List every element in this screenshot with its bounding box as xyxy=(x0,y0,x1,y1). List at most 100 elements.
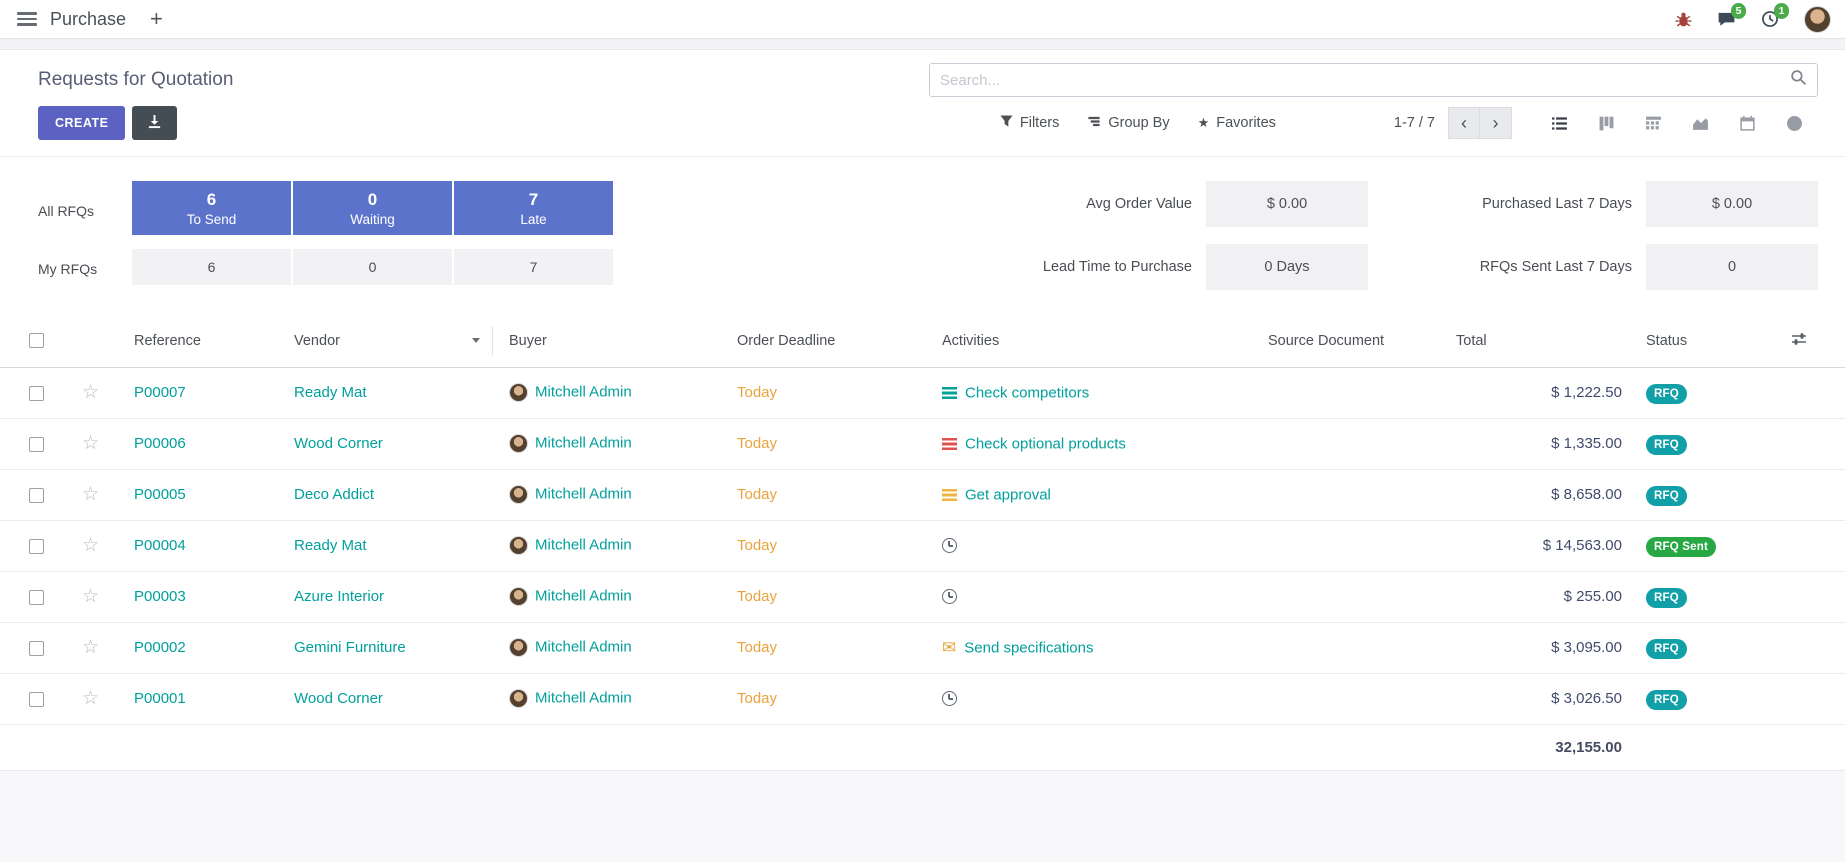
app-name[interactable]: Purchase xyxy=(50,9,126,30)
row-checkbox[interactable] xyxy=(29,488,44,503)
favorite-star-icon[interactable] xyxy=(82,535,99,556)
column-header-source-document[interactable]: Source Document xyxy=(1256,315,1456,367)
buyer-link[interactable]: Mitchell Admin xyxy=(535,689,632,706)
vendor-link[interactable]: Wood Corner xyxy=(294,690,383,707)
table-row[interactable]: P00006 Wood Corner Mitchell Admin Today … xyxy=(0,418,1845,469)
column-header-order-deadline[interactable]: Order Deadline xyxy=(721,315,926,367)
buyer-link[interactable]: Mitchell Admin xyxy=(535,587,632,604)
buyer-link[interactable]: Mitchell Admin xyxy=(535,383,632,400)
tasks-icon[interactable] xyxy=(942,387,957,399)
graph-view-button[interactable] xyxy=(1677,106,1724,140)
favorite-star-icon[interactable] xyxy=(82,382,99,403)
messages-icon[interactable]: 5 xyxy=(1717,10,1736,28)
plus-icon[interactable] xyxy=(150,8,163,30)
activity-label[interactable]: Check competitors xyxy=(965,384,1089,401)
search-input[interactable] xyxy=(940,72,1790,89)
page-title: Requests for Quotation xyxy=(38,69,233,91)
favorite-star-icon[interactable] xyxy=(82,688,99,709)
reference-link[interactable]: P00002 xyxy=(134,639,186,656)
column-header-reference[interactable]: Reference xyxy=(118,315,278,367)
row-checkbox[interactable] xyxy=(29,590,44,605)
kanban-view-button[interactable] xyxy=(1583,106,1630,140)
tasks-icon[interactable] xyxy=(942,438,957,450)
vendor-link[interactable]: Deco Addict xyxy=(294,486,374,503)
my-waiting[interactable]: 0 xyxy=(293,249,452,285)
tasks-icon[interactable] xyxy=(942,489,957,501)
debug-bug-icon[interactable] xyxy=(1675,11,1692,28)
sort-descending-icon xyxy=(472,338,480,343)
select-all-checkbox[interactable] xyxy=(29,333,44,348)
tile-late[interactable]: 7Late xyxy=(454,181,613,235)
create-button[interactable]: CREATE xyxy=(38,106,125,140)
reference-link[interactable]: P00005 xyxy=(134,486,186,503)
reference-link[interactable]: P00004 xyxy=(134,537,186,554)
status-badge: RFQ xyxy=(1646,588,1687,608)
buyer-link[interactable]: Mitchell Admin xyxy=(535,536,632,553)
group-by-button[interactable]: Group By xyxy=(1087,115,1169,132)
apps-menu-icon[interactable] xyxy=(17,12,37,26)
favorite-star-icon[interactable] xyxy=(82,637,99,658)
table-row[interactable]: P00002 Gemini Furniture Mitchell Admin T… xyxy=(0,622,1845,673)
row-checkbox[interactable] xyxy=(29,641,44,656)
my-late[interactable]: 7 xyxy=(454,249,613,285)
list-view-button[interactable] xyxy=(1536,106,1583,140)
reference-link[interactable]: P00001 xyxy=(134,690,186,707)
reference-link[interactable]: P00006 xyxy=(134,435,186,452)
table-row[interactable]: P00003 Azure Interior Mitchell Admin Tod… xyxy=(0,571,1845,622)
activity-view-button[interactable] xyxy=(1771,106,1818,140)
tile-waiting[interactable]: 0Waiting xyxy=(293,181,452,235)
my-to-send[interactable]: 6 xyxy=(132,249,291,285)
clock-icon[interactable] xyxy=(942,538,957,553)
group-by-icon xyxy=(1087,115,1101,132)
user-avatar[interactable] xyxy=(1804,6,1831,33)
activity-label[interactable]: Check optional products xyxy=(965,435,1126,452)
table-row[interactable]: P00007 Ready Mat Mitchell Admin Today Ch… xyxy=(0,367,1845,418)
download-button[interactable] xyxy=(132,106,177,140)
row-checkbox[interactable] xyxy=(29,539,44,554)
clock-icon[interactable] xyxy=(942,589,957,604)
order-deadline-value: Today xyxy=(737,435,777,452)
table-row[interactable]: P00004 Ready Mat Mitchell Admin Today $ … xyxy=(0,520,1845,571)
pager-previous-button[interactable] xyxy=(1448,107,1480,139)
vendor-link[interactable]: Ready Mat xyxy=(294,537,367,554)
vendor-link[interactable]: Gemini Furniture xyxy=(294,639,406,656)
activity-label[interactable]: Get approval xyxy=(965,486,1051,503)
vendor-link[interactable]: Azure Interior xyxy=(294,588,384,605)
row-checkbox[interactable] xyxy=(29,437,44,452)
reference-link[interactable]: P00007 xyxy=(134,384,186,401)
stat-label-rfqs-sent-last-7-days: RFQs Sent Last 7 Days xyxy=(1382,259,1632,275)
column-header-buyer[interactable]: Buyer xyxy=(493,315,721,367)
envelope-icon[interactable] xyxy=(942,639,956,656)
table-row[interactable]: P00005 Deco Addict Mitchell Admin Today … xyxy=(0,469,1845,520)
buyer-avatar xyxy=(509,383,528,402)
activity-label[interactable]: Send specifications xyxy=(964,639,1093,656)
reference-link[interactable]: P00003 xyxy=(134,588,186,605)
vendor-link[interactable]: Wood Corner xyxy=(294,435,383,452)
activities-clock-icon[interactable]: 1 xyxy=(1761,10,1779,28)
column-header-total[interactable]: Total xyxy=(1456,315,1636,367)
favorite-star-icon[interactable] xyxy=(82,484,99,505)
status-badge: RFQ xyxy=(1646,486,1687,506)
calendar-view-button[interactable] xyxy=(1724,106,1771,140)
search-box[interactable] xyxy=(929,63,1818,97)
pivot-view-button[interactable] xyxy=(1630,106,1677,140)
table-row[interactable]: P00001 Wood Corner Mitchell Admin Today … xyxy=(0,673,1845,724)
clock-icon[interactable] xyxy=(942,691,957,706)
filters-button[interactable]: Filters xyxy=(1000,115,1059,132)
vendor-link[interactable]: Ready Mat xyxy=(294,384,367,401)
favorites-button[interactable]: Favorites xyxy=(1198,115,1276,131)
column-header-activities[interactable]: Activities xyxy=(926,315,1256,367)
row-checkbox[interactable] xyxy=(29,386,44,401)
optional-columns-button[interactable] xyxy=(1791,315,1845,367)
tile-to-send[interactable]: 6To Send xyxy=(132,181,291,235)
row-checkbox[interactable] xyxy=(29,692,44,707)
buyer-link[interactable]: Mitchell Admin xyxy=(535,434,632,451)
column-header-vendor[interactable]: Vendor xyxy=(278,315,493,367)
buyer-link[interactable]: Mitchell Admin xyxy=(535,485,632,502)
favorite-star-icon[interactable] xyxy=(82,586,99,607)
column-header-status[interactable]: Status xyxy=(1636,315,1791,367)
search-icon[interactable] xyxy=(1790,69,1807,91)
favorite-star-icon[interactable] xyxy=(82,433,99,454)
buyer-link[interactable]: Mitchell Admin xyxy=(535,638,632,655)
pager-next-button[interactable] xyxy=(1480,107,1512,139)
